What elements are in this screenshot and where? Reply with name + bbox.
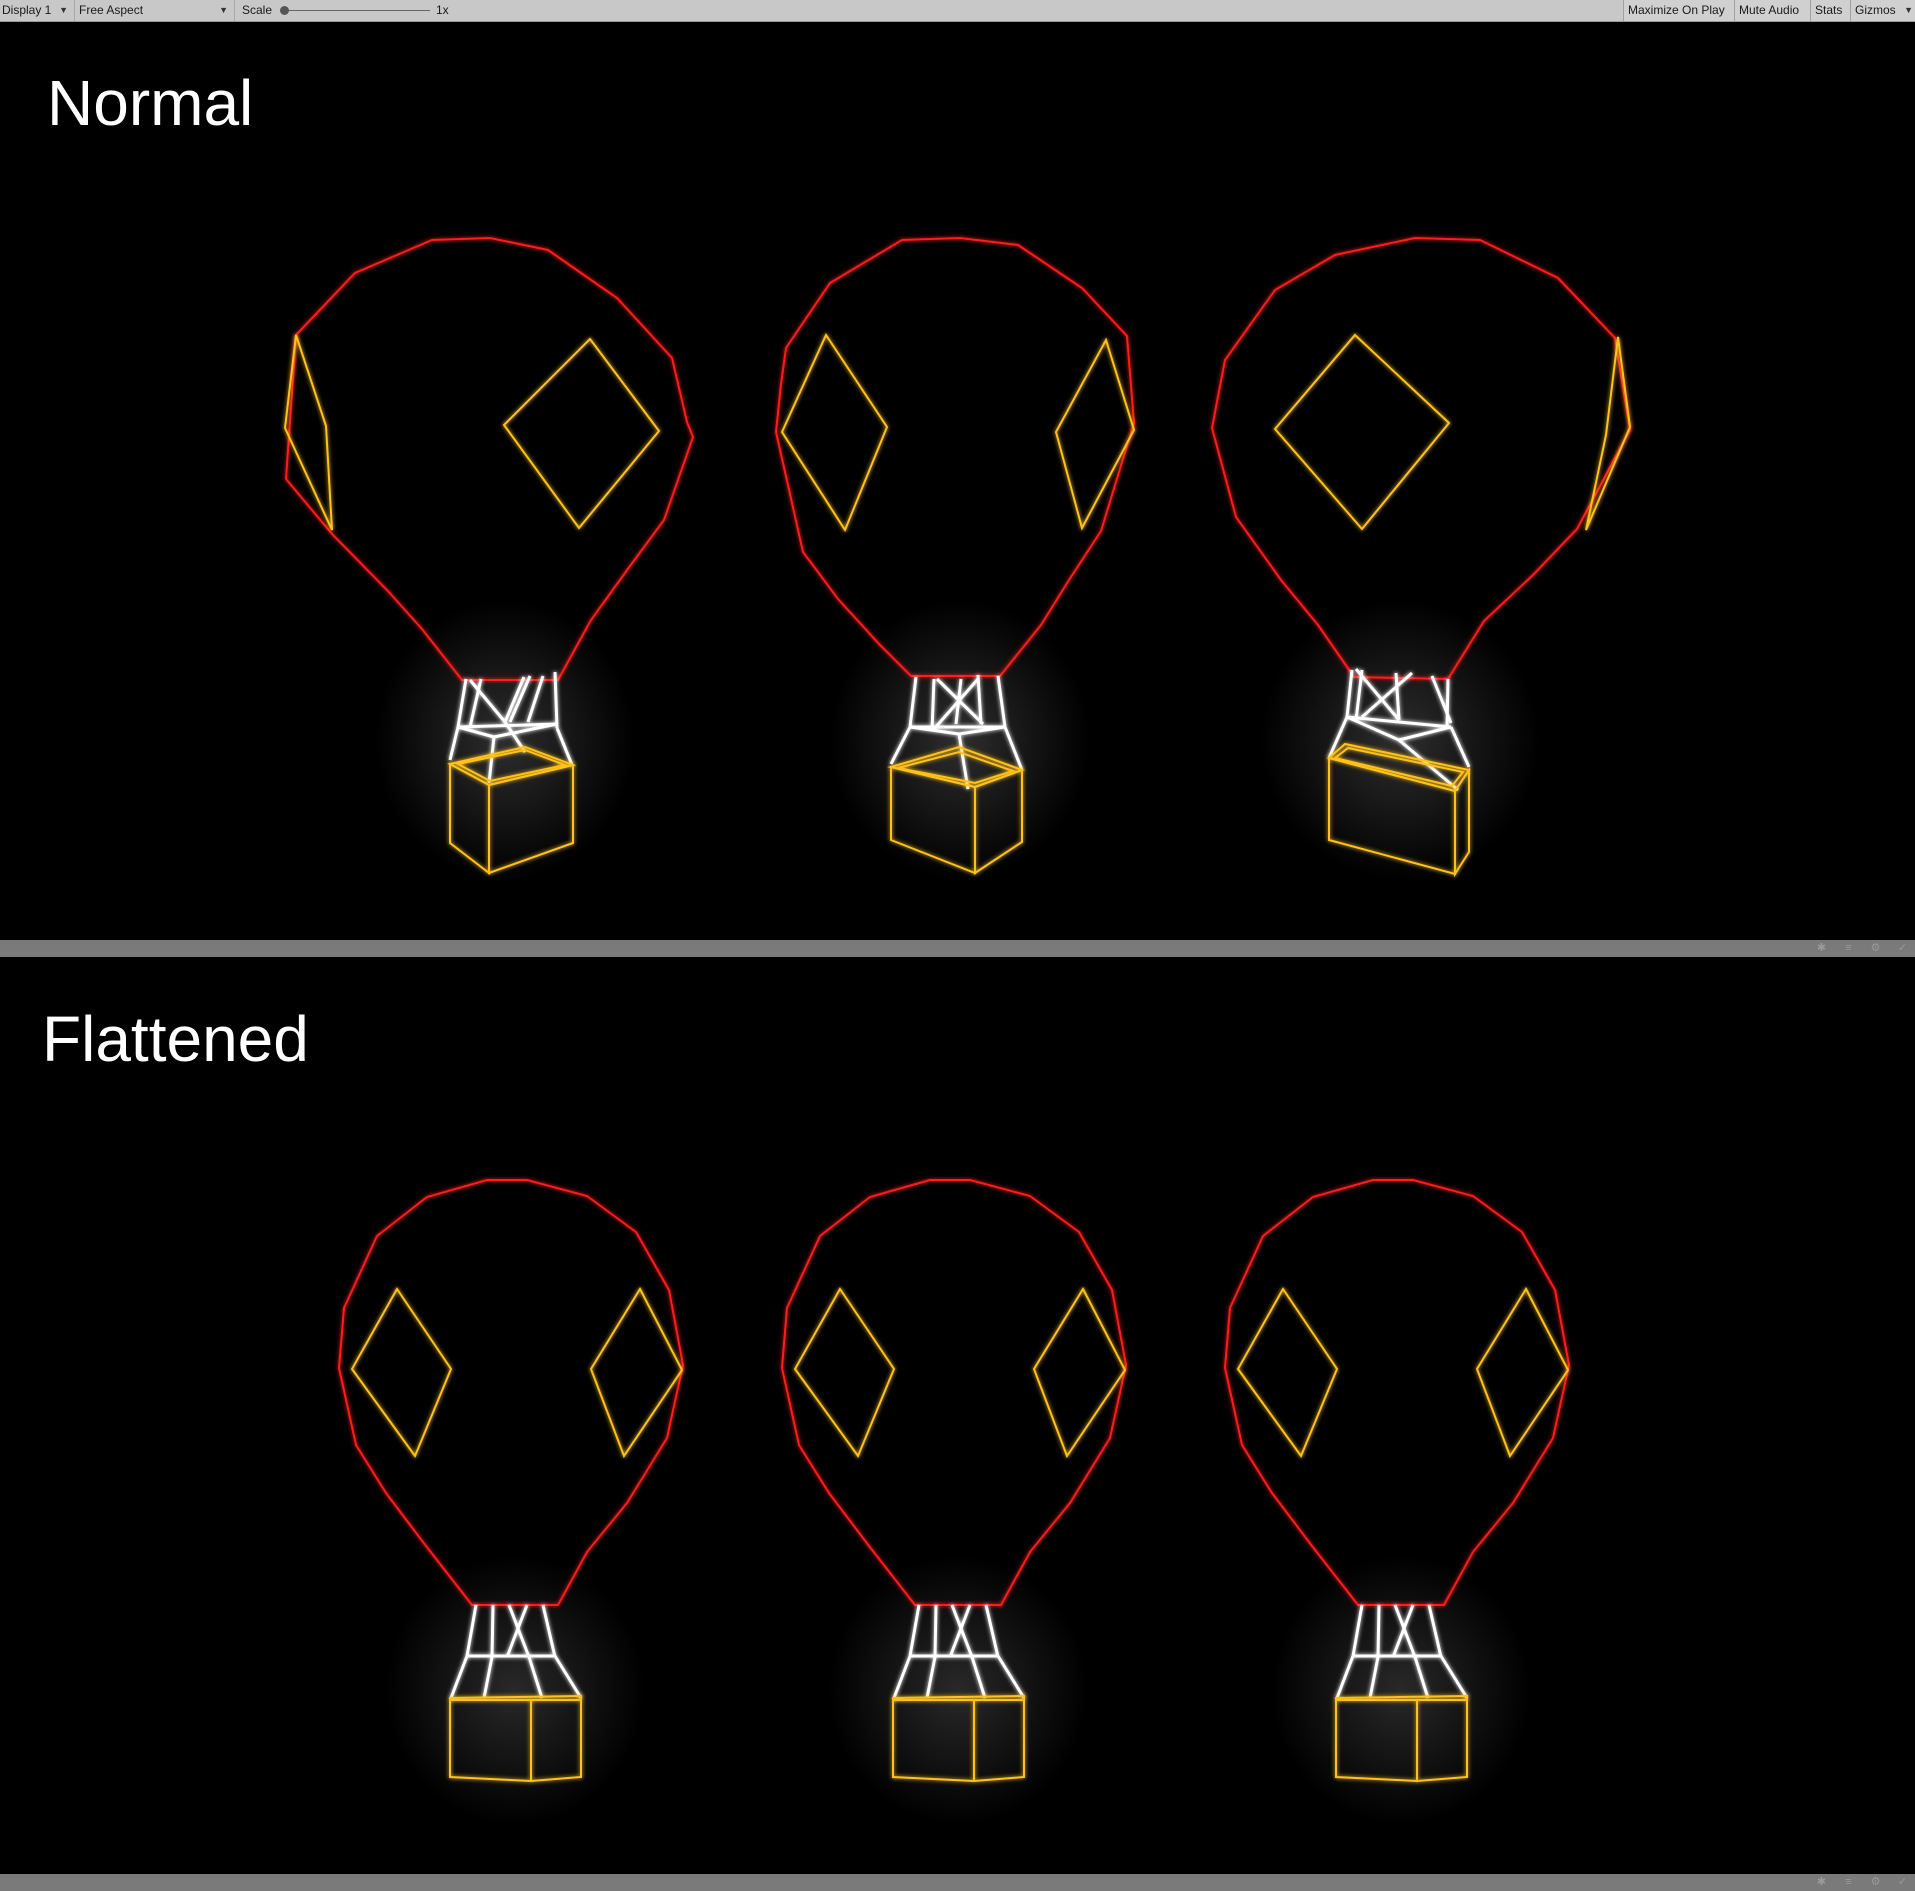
scale-label: Scale <box>242 3 273 17</box>
settings-icon[interactable]: ⚙ <box>1869 1876 1882 1889</box>
aspect-label: Free Aspect <box>79 3 144 17</box>
display-label: Display 1 <box>2 3 52 17</box>
chevron-down-icon: ▼ <box>59 5 68 15</box>
check-icon[interactable]: ✓ <box>1896 1876 1909 1889</box>
settings-icon[interactable]: ⚙ <box>1869 942 1882 955</box>
diamond-right <box>1054 337 1136 531</box>
diamond-left <box>1236 1287 1339 1459</box>
game-view-toolbar: Display 1 ▼ Free Aspect ▼ Scale 1x Maxim… <box>0 0 1915 22</box>
balloons-normal-scene <box>283 236 1632 880</box>
diamond-left <box>780 332 889 533</box>
balloons-flattened-scene <box>337 1179 1571 1825</box>
envelope <box>337 1179 685 1606</box>
layers-icon[interactable]: ≡ <box>1842 942 1855 955</box>
layers-icon[interactable]: ≡ <box>1842 1876 1855 1889</box>
balloon-normal-2 <box>774 236 1136 880</box>
diamond-right <box>502 337 661 530</box>
chevron-down-icon: ▼ <box>1904 5 1913 15</box>
status-bar-normal: ✱ ≡ ⚙ ✓ <box>0 940 1915 957</box>
aspect-dropdown[interactable]: Free Aspect ▼ <box>77 0 235 21</box>
scale-slider-track[interactable] <box>284 10 430 11</box>
balloon-flattened-3 <box>1223 1179 1571 1825</box>
balloon-normal-3 <box>1210 236 1632 880</box>
scale-value: 1x <box>436 3 449 17</box>
check-icon[interactable]: ✓ <box>1896 942 1909 955</box>
gizmos-label: Gizmos <box>1855 3 1896 17</box>
gizmos-dropdown[interactable]: Gizmos ▼ <box>1850 0 1915 21</box>
diamond-left <box>793 1287 896 1459</box>
scale-slider-thumb[interactable] <box>280 6 289 15</box>
diamond-left <box>350 1287 453 1459</box>
bug-icon[interactable]: ✱ <box>1815 942 1828 955</box>
status-bar-flattened: ✱ ≡ ⚙ ✓ <box>0 1874 1915 1891</box>
mute-audio-button[interactable]: Mute Audio <box>1734 0 1810 21</box>
display-dropdown[interactable]: Display 1 ▼ <box>0 0 75 21</box>
diamond-right <box>1585 336 1632 531</box>
bug-icon[interactable]: ✱ <box>1815 1876 1828 1889</box>
stats-button[interactable]: Stats <box>1810 0 1850 21</box>
diamond-left <box>1273 333 1451 531</box>
balloon-flattened-1 <box>337 1179 685 1825</box>
balloon-normal-1 <box>283 236 695 880</box>
maximize-on-play-button[interactable]: Maximize On Play <box>1623 0 1734 21</box>
game-view-flattened: Flattened <box>0 957 1915 1874</box>
chevron-down-icon: ▼ <box>219 5 228 15</box>
envelope <box>1223 1179 1571 1606</box>
balloon-flattened-2 <box>780 1179 1128 1825</box>
game-view-normal: Normal <box>0 22 1915 940</box>
envelope <box>780 1179 1128 1606</box>
diamond-left <box>283 334 333 531</box>
